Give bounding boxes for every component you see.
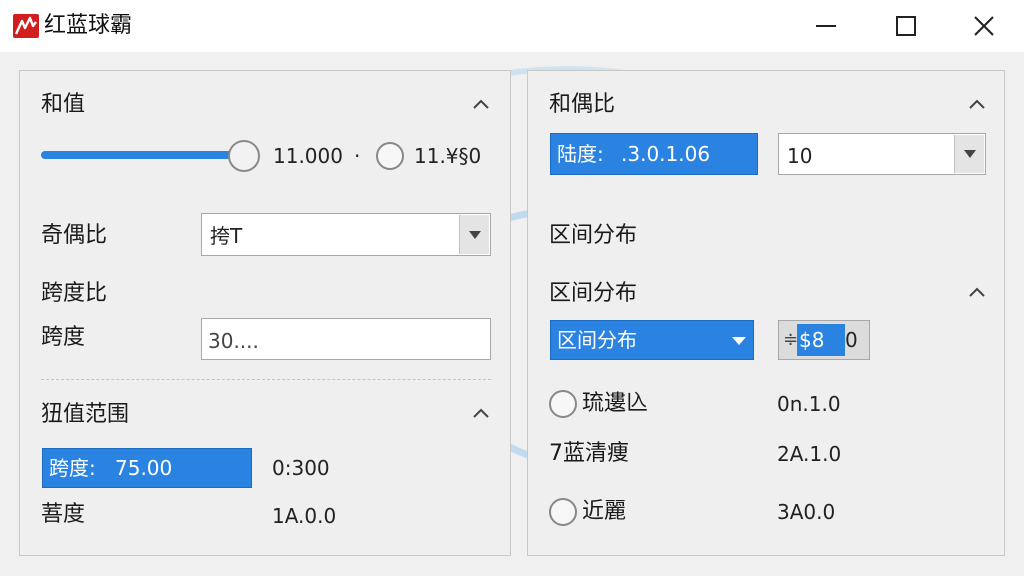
odd-even-select[interactable]: 挎T (201, 213, 491, 256)
ratio-select-value: 10 (787, 144, 813, 168)
maximize-icon (896, 16, 916, 36)
span-ratio-label: 跨度比 (41, 281, 108, 306)
chevron-down-icon[interactable] (731, 335, 747, 347)
spin-selected-text-box: $8 (797, 324, 845, 356)
odd-even-ratio-title: 和偶比 (549, 92, 616, 117)
minimize-button[interactable] (806, 10, 846, 42)
sum-separator: · (354, 144, 361, 168)
close-icon (974, 16, 994, 36)
sum-slider-thumb[interactable] (228, 140, 260, 172)
odd-even-label: 奇偶比 (41, 223, 108, 248)
section-divider (41, 379, 491, 380)
range-row-label: 䓊度 (41, 502, 86, 527)
option-radio-1[interactable] (549, 390, 577, 418)
spin-selected-text: $8 (799, 328, 825, 352)
maximize-button[interactable] (886, 10, 926, 42)
collapse-ratio-chevron-up-icon[interactable] (968, 97, 986, 111)
close-button[interactable] (964, 10, 1004, 42)
odd-even-select-value: 挎T (210, 224, 243, 248)
collapse-sum-chevron-up-icon[interactable] (472, 97, 490, 111)
range-span-field-label: 跨度: (49, 456, 96, 480)
title-bar: 红蓝球霸 (0, 0, 1024, 52)
span-input[interactable]: 30.... (201, 318, 491, 360)
spin-arrows-icon[interactable]: ≑ (783, 327, 798, 353)
left-settings-panel: 和值 11.000 · 11.¥§0 奇偶比 挎T 跨度比 跨度 30.... … (19, 70, 511, 556)
collapse-distribution-chevron-up-icon[interactable] (968, 285, 986, 299)
ratio-span-field-value: .3.0.1.06 (621, 142, 711, 166)
spin-rest-text: 0 (845, 328, 858, 352)
minimize-icon (816, 25, 836, 27)
sum-section-title: 和值 (41, 92, 86, 117)
option-label-1: 琉遱兦 (582, 391, 649, 416)
range-span-field-value: 75.00 (115, 456, 173, 480)
app-logo-icon (13, 14, 39, 38)
odd-even-dropdown-button[interactable] (459, 215, 489, 254)
window-title: 红蓝球霸 (44, 13, 133, 38)
range-section-title: 狃值范围 (41, 402, 130, 427)
option-radio-3[interactable] (549, 498, 577, 526)
app-window: 红蓝球霸 和值 11.000 · 11.¥§0 奇偶比 挎T 跨度比 跨度 30… (0, 0, 1024, 576)
sum-radio-value: 11.¥§0 (414, 144, 482, 168)
ratio-span-field[interactable]: 陆度: .3.0.1.06 (550, 133, 758, 175)
distribution-select[interactable]: 区间分布 (550, 320, 754, 360)
span-label: 跨度 (41, 325, 86, 350)
sum-slider-value: 11.000 (273, 144, 343, 168)
distribution-spinbox[interactable]: ≑ $8 0 (778, 320, 870, 360)
range-span-range: 0:300 (272, 456, 330, 480)
span-input-placeholder: 30.... (208, 329, 259, 353)
sum-slider-track[interactable] (41, 151, 246, 159)
range-row-value: 1A.0.0 (272, 504, 337, 528)
sum-radio[interactable] (376, 142, 404, 170)
ratio-dropdown-button[interactable] (954, 135, 984, 173)
option-value-3: 3A0.0 (777, 500, 836, 524)
ratio-select[interactable]: 10 (778, 133, 986, 175)
option-value-1: 0n.1.0 (777, 392, 841, 416)
chevron-down-icon (469, 230, 481, 239)
ratio-span-field-label: 陆度: (557, 142, 604, 166)
option-label-3: 近麗 (582, 499, 627, 524)
collapse-range-chevron-up-icon[interactable] (472, 406, 490, 420)
distribution-label: 区间分布 (549, 223, 638, 248)
distribution-section-title: 区间分布 (549, 281, 638, 306)
option-label-2: 7蓝清痩 (549, 441, 629, 466)
option-value-2: 2A.1.0 (777, 442, 842, 466)
distribution-select-value: 区间分布 (557, 328, 637, 352)
chevron-down-icon (964, 150, 976, 158)
range-span-field[interactable]: 跨度: 75.00 (42, 448, 252, 488)
right-settings-panel: 和偶比 陆度: .3.0.1.06 10 区间分布 区间分布 区间分布 ≑ $8… (527, 70, 1005, 556)
